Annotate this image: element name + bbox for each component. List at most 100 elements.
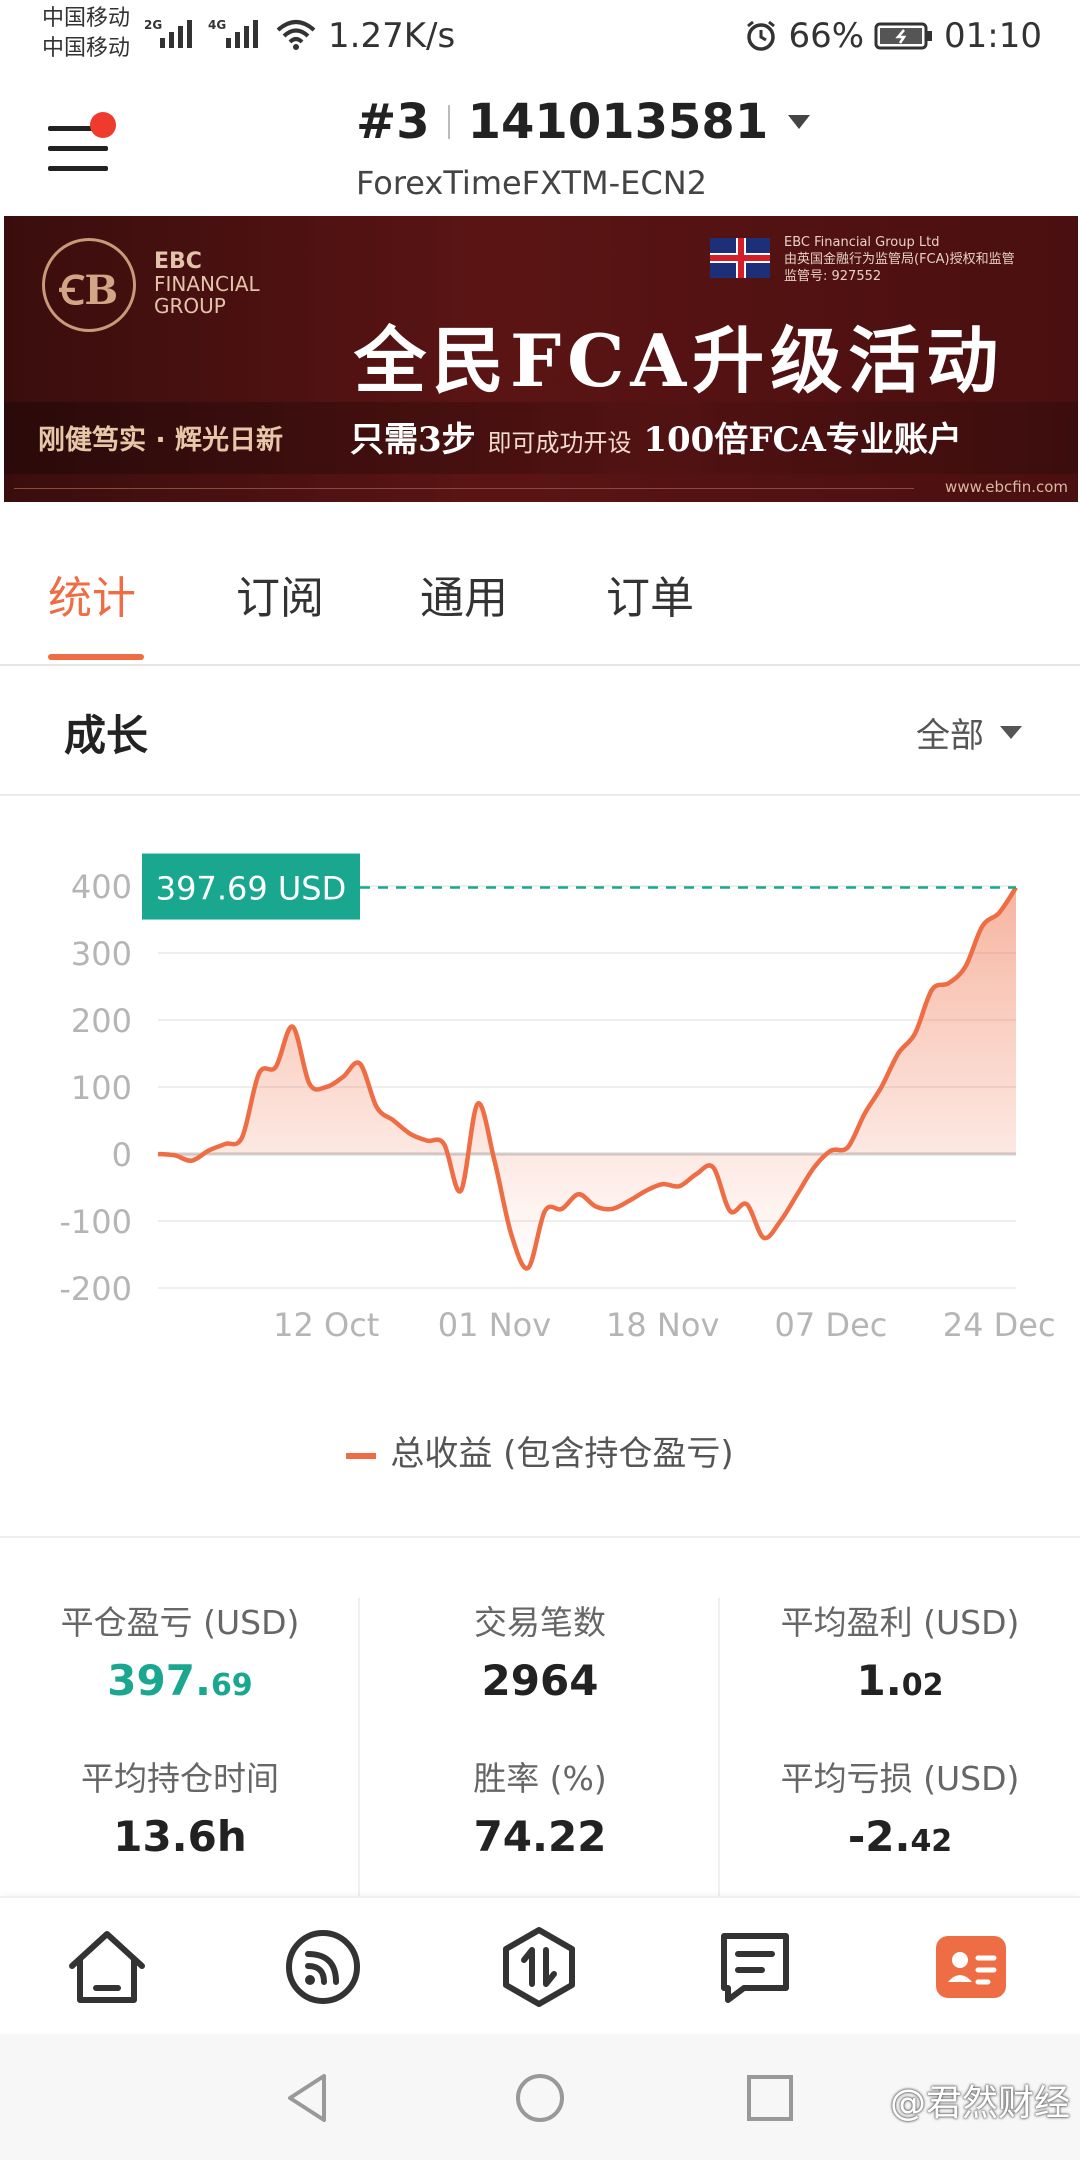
tab-statistics[interactable]: 统计 [48, 562, 136, 626]
server-name: ForexTimeFXTM-ECN2 [356, 164, 707, 202]
promo-part-a: 只需3步 [350, 420, 476, 460]
carrier-label-1: 中国移动 [42, 6, 131, 31]
brand-name: EBC [154, 249, 202, 274]
reg-line-1: EBC Financial Group Ltd [784, 235, 940, 250]
stat-value: 397.69 [0, 1656, 360, 1705]
reg-line-2: 由英国金融行为监管局(FCA)授权和监管 [784, 252, 1015, 267]
news-icon[interactable] [710, 1922, 800, 2012]
stat-value-dec: 02 [901, 1668, 944, 1703]
watermark: @君然财经 [889, 2083, 1070, 2124]
trade-icon[interactable] [494, 1922, 584, 2012]
chart-canvas: 400 300 200 100 0 -100 -200 12 Oct 01 Nov 18 Nov 0… [59, 853, 1056, 1344]
divider [447, 105, 450, 139]
x-tick-label: 01 Nov [438, 1306, 551, 1344]
stat-value: 1.02 [720, 1656, 1080, 1705]
account-id: 141013581 [467, 94, 769, 150]
network-speed: 1.27K/s [328, 16, 456, 56]
home-circle-icon[interactable] [512, 2070, 568, 2126]
battery-icon [874, 22, 933, 50]
signal-feed-icon[interactable] [278, 1922, 368, 2012]
tab-subscribe[interactable]: 订阅 [236, 562, 324, 626]
stat-win-rate: 胜率 (%) 74.22 [360, 1752, 720, 1861]
home-icon[interactable] [62, 1922, 152, 2012]
banner-promo: 只需3步 即可成功开设 100倍FCA专业账户 [350, 412, 962, 461]
banner-headline: 全民FCA升级活动 [354, 318, 1005, 403]
menu-button[interactable] [48, 112, 116, 178]
tab-orders[interactable]: 订单 [606, 562, 694, 626]
signal-strength-icon-1 [160, 14, 192, 48]
stat-value: 2964 [481, 1656, 599, 1705]
chevron-down-icon [1000, 726, 1022, 739]
brand-line-1: FINANCIAL [154, 272, 260, 296]
stat-value-int: 397. [107, 1656, 211, 1705]
stat-value-int: -2. [847, 1812, 911, 1861]
stats-panel: 平仓盈亏 (USD) 397.69 交易笔数 2964 平均盈利 (USD) 1… [0, 1536, 1080, 1898]
reg-line-3: 监管号: 927552 [784, 269, 882, 284]
stat-value-int: 1. [856, 1656, 902, 1705]
y-tick-label: -200 [59, 1270, 132, 1308]
stat-avg-loss: 平均亏损 (USD) -2.42 [720, 1752, 1080, 1861]
range-dropdown[interactable]: 全部 [916, 708, 1022, 757]
back-icon[interactable] [282, 2070, 332, 2126]
y-tick-label: 300 [71, 935, 132, 973]
x-tick-label: 07 Dec [775, 1306, 888, 1344]
section-title: 成长 [64, 711, 149, 760]
tab-general[interactable]: 通用 [420, 562, 508, 626]
ebc-logo-icon: ꞒB [42, 238, 136, 332]
range-label: 全部 [916, 716, 984, 756]
stat-label: 平均盈利 (USD) [780, 1603, 1020, 1642]
regulation-info: EBC Financial Group Ltd 由英国金融行为监管局(FCA)授… [784, 234, 1015, 285]
stat-label: 胜率 (%) [473, 1759, 607, 1798]
account-selector[interactable]: #3 141013581 [356, 94, 811, 150]
stat-label: 平仓盈亏 (USD) [60, 1603, 300, 1642]
legend-swatch [346, 1452, 377, 1459]
stat-label: 平均持仓时间 [81, 1759, 279, 1798]
banner-slogan: 刚健笃实 · 辉光日新 [38, 425, 284, 456]
legend-label: 总收益 (包含持仓盈亏) [390, 1434, 734, 1474]
promo-banner[interactable]: ꞒB EBC FINANCIAL GROUP EBC Financial Gro… [4, 216, 1078, 502]
banner-divider [14, 488, 914, 489]
chart-legend: 总收益 (包含持仓盈亏) [0, 1426, 1080, 1475]
brand-logo-text: EBC FINANCIAL GROUP [154, 249, 260, 318]
stat-trades: 交易笔数 2964 [360, 1596, 720, 1705]
stat-avg-profit: 平均盈利 (USD) 1.02 [720, 1596, 1080, 1705]
x-tick-label: 18 Nov [606, 1306, 719, 1344]
promo-part-b: 即可成功开设 [487, 429, 632, 457]
notification-dot [90, 112, 116, 138]
brand-line-2: GROUP [154, 294, 226, 318]
banner-url: www.ebcfin.com [945, 478, 1068, 496]
y-tick-label: 200 [71, 1002, 132, 1040]
account-number: #3 [356, 94, 430, 150]
stat-value: 13.6h [113, 1812, 247, 1861]
stat-value: -2.42 [720, 1812, 1080, 1861]
y-tick-label: 100 [71, 1069, 132, 1107]
recent-apps-icon[interactable] [744, 2072, 796, 2124]
tab-bar: 统计 订阅 通用 订单 [0, 502, 1080, 666]
system-nav-bar: @君然财经 [0, 2034, 1080, 2160]
y-tick-label: -100 [59, 1203, 132, 1241]
alarm-icon [747, 20, 776, 51]
stat-value-dec: 69 [210, 1668, 253, 1703]
promo-part-c: 100倍FCA专业账户 [643, 420, 962, 460]
clock: 01:10 [944, 16, 1042, 56]
signal-strength-icon-2 [226, 14, 258, 48]
profile-card-icon[interactable] [926, 1922, 1016, 2012]
stat-value: 74.22 [473, 1812, 607, 1861]
y-tick-label: 0 [112, 1136, 132, 1174]
stat-closed-pl: 平仓盈亏 (USD) 397.69 [0, 1596, 360, 1705]
network-type-2: 4G [208, 18, 227, 32]
stat-avg-hold: 平均持仓时间 13.6h [0, 1752, 360, 1861]
app-header: #3 141013581 ForexTimeFXTM-ECN2 [0, 74, 1080, 214]
x-tick-label: 12 Oct [273, 1306, 379, 1344]
stat-label: 平均亏损 (USD) [780, 1759, 1020, 1798]
current-value-label: 397.69 USD [156, 870, 347, 908]
bottom-nav [0, 1896, 1080, 2032]
active-tab-indicator [48, 654, 144, 660]
wifi-icon [276, 20, 316, 50]
chevron-down-icon[interactable] [788, 115, 811, 129]
stat-label: 交易笔数 [474, 1603, 606, 1642]
status-bar: 中国移动 中国移动 2G 4G 1.27K/s 66% 01:10 [0, 0, 1080, 74]
x-tick-label: 24 Dec [943, 1306, 1056, 1344]
stat-value-dec: 42 [910, 1824, 953, 1859]
carrier-label-2: 中国移动 [42, 36, 131, 61]
